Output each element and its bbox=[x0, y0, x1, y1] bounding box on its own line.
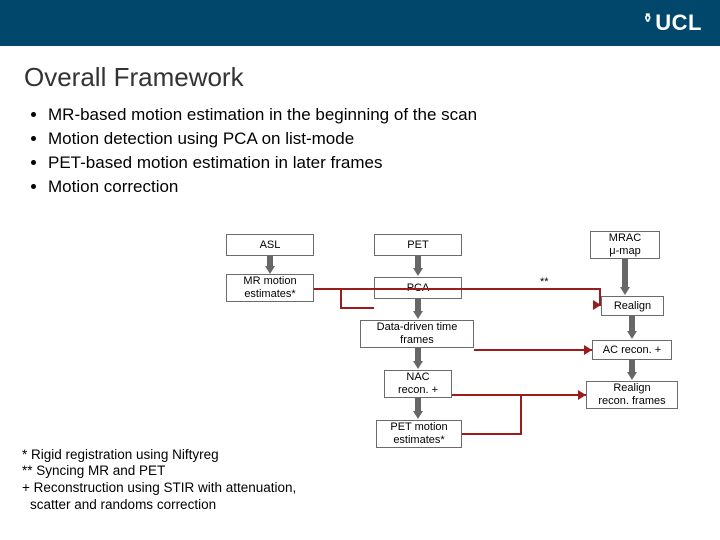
arrow-down bbox=[267, 256, 273, 266]
arrow-down-icon bbox=[627, 372, 637, 380]
arrow-down-icon bbox=[620, 287, 630, 295]
sync-marker: ** bbox=[540, 276, 549, 288]
box-realign: Realign bbox=[601, 296, 664, 316]
box-mr-motion: MR motion estimates* bbox=[226, 274, 314, 302]
arrow-down-icon bbox=[413, 311, 423, 319]
arrow-down-icon bbox=[413, 268, 423, 276]
footnote: ** Syncing MR and PET bbox=[22, 463, 296, 480]
connector-red bbox=[462, 433, 522, 435]
box-mrac: MRAC μ-map bbox=[590, 231, 660, 259]
footnote: * Rigid registration using Niftyreg bbox=[22, 447, 296, 464]
connector-red bbox=[340, 307, 374, 309]
connector-red bbox=[452, 394, 586, 396]
footnotes: * Rigid registration using Niftyreg ** S… bbox=[22, 447, 296, 515]
box-pet: PET bbox=[374, 234, 462, 256]
box-nac-recon: NAC recon. + bbox=[384, 370, 452, 398]
box-asl: ASL bbox=[226, 234, 314, 256]
arrow-right-icon bbox=[584, 345, 592, 355]
connector-red bbox=[520, 395, 522, 435]
connector-red bbox=[474, 349, 592, 351]
connector-red bbox=[314, 288, 601, 290]
arrow-down bbox=[622, 259, 628, 287]
arrow-down bbox=[415, 398, 421, 411]
arrow-down bbox=[629, 360, 635, 372]
arrow-down bbox=[415, 256, 421, 268]
arrow-down-icon bbox=[413, 411, 423, 419]
box-pet-motion: PET motion estimates* bbox=[376, 420, 462, 448]
arrow-down bbox=[415, 299, 421, 311]
arrow-down-icon bbox=[413, 361, 423, 369]
connector-red bbox=[599, 288, 601, 306]
arrow-down bbox=[629, 316, 635, 331]
arrow-right-icon bbox=[578, 390, 586, 400]
footnote: scatter and randoms correction bbox=[22, 497, 296, 514]
arrow-down bbox=[415, 348, 421, 361]
connector-red bbox=[340, 288, 342, 309]
box-ac-recon: AC recon. + bbox=[592, 340, 672, 360]
arrow-down-icon bbox=[265, 266, 275, 274]
box-data-driven-time-frames: Data-driven time frames bbox=[360, 320, 474, 348]
arrow-down-icon bbox=[627, 331, 637, 339]
box-realign-recon: Realign recon. frames bbox=[586, 381, 678, 409]
footnote: + Reconstruction using STIR with attenua… bbox=[22, 480, 296, 497]
